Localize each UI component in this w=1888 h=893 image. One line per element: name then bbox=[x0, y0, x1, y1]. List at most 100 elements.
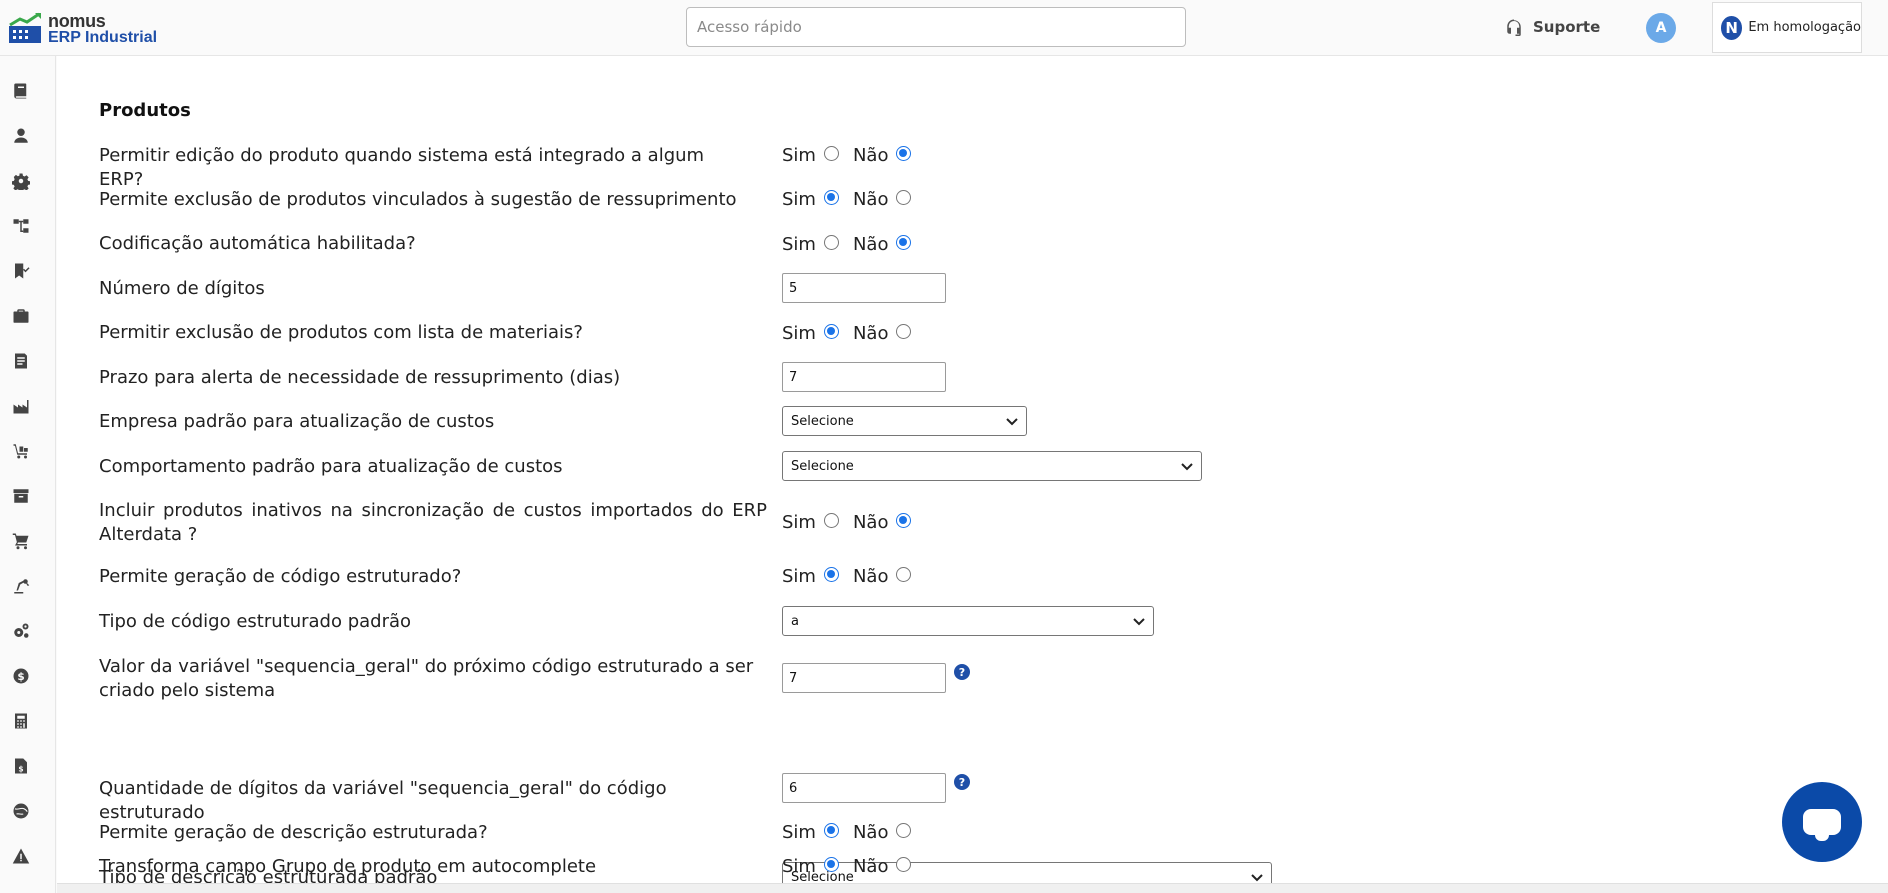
warning-icon[interactable] bbox=[10, 845, 32, 867]
yes-no-radio-group: Sim Não bbox=[782, 512, 925, 533]
no-radio[interactable] bbox=[896, 146, 912, 161]
horizontal-scrollbar[interactable] bbox=[57, 883, 1888, 893]
quick-access-input[interactable] bbox=[686, 7, 1186, 47]
no-radio[interactable] bbox=[896, 567, 912, 582]
gear-icon[interactable] bbox=[10, 170, 32, 192]
settings-panel: Produtos Permitir edição do produto quan… bbox=[57, 56, 1888, 892]
yes-no-radio-group: Sim Não bbox=[782, 323, 925, 344]
dollar-icon[interactable]: $ bbox=[10, 665, 32, 687]
section-title: Produtos bbox=[99, 100, 191, 121]
yes-label: Sim bbox=[782, 323, 816, 344]
user-icon[interactable] bbox=[10, 125, 32, 147]
user-avatar[interactable]: A bbox=[1646, 13, 1676, 43]
setting-label: Número de dígitos bbox=[99, 278, 265, 299]
top-bar: nomus ERP Industrial Suporte A N Em homo… bbox=[0, 0, 1888, 56]
environment-badge[interactable]: N Em homologação bbox=[1712, 2, 1862, 53]
no-radio[interactable] bbox=[896, 823, 912, 838]
invoice-icon[interactable]: $ bbox=[10, 755, 32, 777]
yes-radio[interactable] bbox=[823, 567, 839, 582]
cart-icon[interactable] bbox=[10, 530, 32, 552]
no-radio[interactable] bbox=[896, 857, 912, 872]
setting-label: Tipo de código estruturado padrão bbox=[99, 611, 412, 632]
yes-radio[interactable] bbox=[823, 146, 839, 161]
yes-no-radio-group: Sim Não bbox=[782, 145, 925, 166]
book-icon[interactable] bbox=[10, 80, 32, 102]
document-icon[interactable] bbox=[10, 350, 32, 372]
yes-radio[interactable] bbox=[823, 823, 839, 838]
support-link[interactable]: Suporte bbox=[1505, 16, 1600, 38]
no-radio[interactable] bbox=[896, 190, 912, 205]
setting-label: Empresa padrão para atualização de custo… bbox=[99, 411, 495, 432]
svg-text:$: $ bbox=[18, 764, 23, 773]
structured-code-type-select[interactable]: a bbox=[782, 606, 1154, 636]
calculator-icon[interactable] bbox=[10, 710, 32, 732]
setting-label: Comportamento padrão para atualização de… bbox=[99, 456, 563, 477]
nomus-logo[interactable]: nomus ERP Industrial bbox=[8, 8, 158, 48]
sitemap-icon[interactable] bbox=[10, 215, 32, 237]
globe-icon[interactable] bbox=[10, 800, 32, 822]
general-sequence-value-input[interactable]: 7 bbox=[782, 663, 946, 693]
factory-icon[interactable] bbox=[10, 395, 32, 417]
yes-label: Sim bbox=[782, 234, 816, 255]
yes-radio[interactable] bbox=[823, 857, 839, 872]
archive-icon[interactable] bbox=[10, 485, 32, 507]
bookmark-check-icon[interactable] bbox=[10, 260, 32, 282]
no-label: Não bbox=[852, 234, 889, 255]
yes-no-radio-group: Sim Não bbox=[782, 189, 925, 210]
environment-label: Em homologação bbox=[1748, 20, 1861, 35]
chevron-down-icon bbox=[1006, 418, 1018, 426]
setting-label: Valor da variável "sequencia_geral" do p… bbox=[99, 656, 754, 701]
yes-radio[interactable] bbox=[823, 235, 839, 250]
help-icon[interactable]: ? bbox=[954, 664, 970, 680]
setting-label: Permite geração de descrição estruturada… bbox=[99, 822, 488, 843]
select-value: Selecione bbox=[791, 458, 854, 474]
yes-radio[interactable] bbox=[823, 324, 839, 339]
no-radio[interactable] bbox=[896, 324, 912, 339]
yes-no-radio-group: Sim Não bbox=[782, 856, 925, 877]
chevron-down-icon bbox=[1251, 874, 1263, 882]
cogs-icon[interactable] bbox=[10, 620, 32, 642]
no-label: Não bbox=[852, 189, 889, 210]
yes-radio[interactable] bbox=[823, 190, 839, 205]
no-label: Não bbox=[852, 145, 889, 166]
yes-label: Sim bbox=[782, 566, 816, 587]
restock-alert-days-input[interactable]: 7 bbox=[782, 362, 946, 392]
chevron-down-icon bbox=[1181, 463, 1193, 471]
yes-no-radio-group: Sim Não bbox=[782, 822, 925, 843]
yes-radio[interactable] bbox=[823, 513, 839, 528]
yes-no-radio-group: Sim Não bbox=[782, 566, 925, 587]
chevron-down-icon bbox=[1133, 618, 1145, 626]
setting-label: Permitir edição do produto quando sistem… bbox=[99, 145, 705, 190]
default-company-select[interactable]: Selecione bbox=[782, 406, 1027, 436]
general-sequence-digits-input[interactable]: 6 bbox=[782, 773, 946, 803]
environment-logo-icon: N bbox=[1721, 15, 1743, 40]
logo-mark-icon bbox=[9, 12, 41, 43]
no-label: Não bbox=[852, 822, 889, 843]
no-label: Não bbox=[852, 856, 889, 877]
help-icon[interactable]: ? bbox=[954, 774, 970, 790]
yes-no-radio-group: Sim Não bbox=[782, 234, 925, 255]
setting-label: Permitir exclusão de produtos com lista … bbox=[99, 322, 583, 343]
setting-label: Permite exclusão de produtos vinculados … bbox=[99, 189, 737, 210]
no-radio[interactable] bbox=[896, 235, 912, 250]
setting-label: Incluir produtos inativos na sincronizaç… bbox=[99, 500, 767, 545]
dolly-icon[interactable] bbox=[10, 440, 32, 462]
briefcase-icon[interactable] bbox=[10, 305, 32, 327]
no-label: Não bbox=[852, 566, 889, 587]
setting-label: Permite geração de código estruturado? bbox=[99, 566, 462, 587]
robot-arm-icon[interactable] bbox=[10, 575, 32, 597]
chat-button[interactable] bbox=[1782, 782, 1862, 862]
no-radio[interactable] bbox=[896, 513, 912, 528]
cost-update-behavior-select[interactable]: Selecione bbox=[782, 451, 1202, 481]
setting-row: Transforma campo Grupo de produto em aut… bbox=[99, 855, 999, 881]
setting-label: Quantidade de dígitos da variável "seque… bbox=[99, 778, 667, 823]
yes-label: Sim bbox=[782, 189, 816, 210]
no-label: Não bbox=[852, 512, 889, 533]
yes-label: Sim bbox=[782, 822, 816, 843]
setting-label: Prazo para alerta de necessidade de ress… bbox=[99, 367, 621, 388]
setting-label: Transforma campo Grupo de produto em aut… bbox=[99, 856, 597, 877]
logo-subtitle: ERP Industrial bbox=[48, 29, 158, 46]
yes-label: Sim bbox=[782, 512, 816, 533]
digits-count-input[interactable]: 5 bbox=[782, 273, 946, 303]
setting-label: Codificação automática habilitada? bbox=[99, 233, 416, 254]
